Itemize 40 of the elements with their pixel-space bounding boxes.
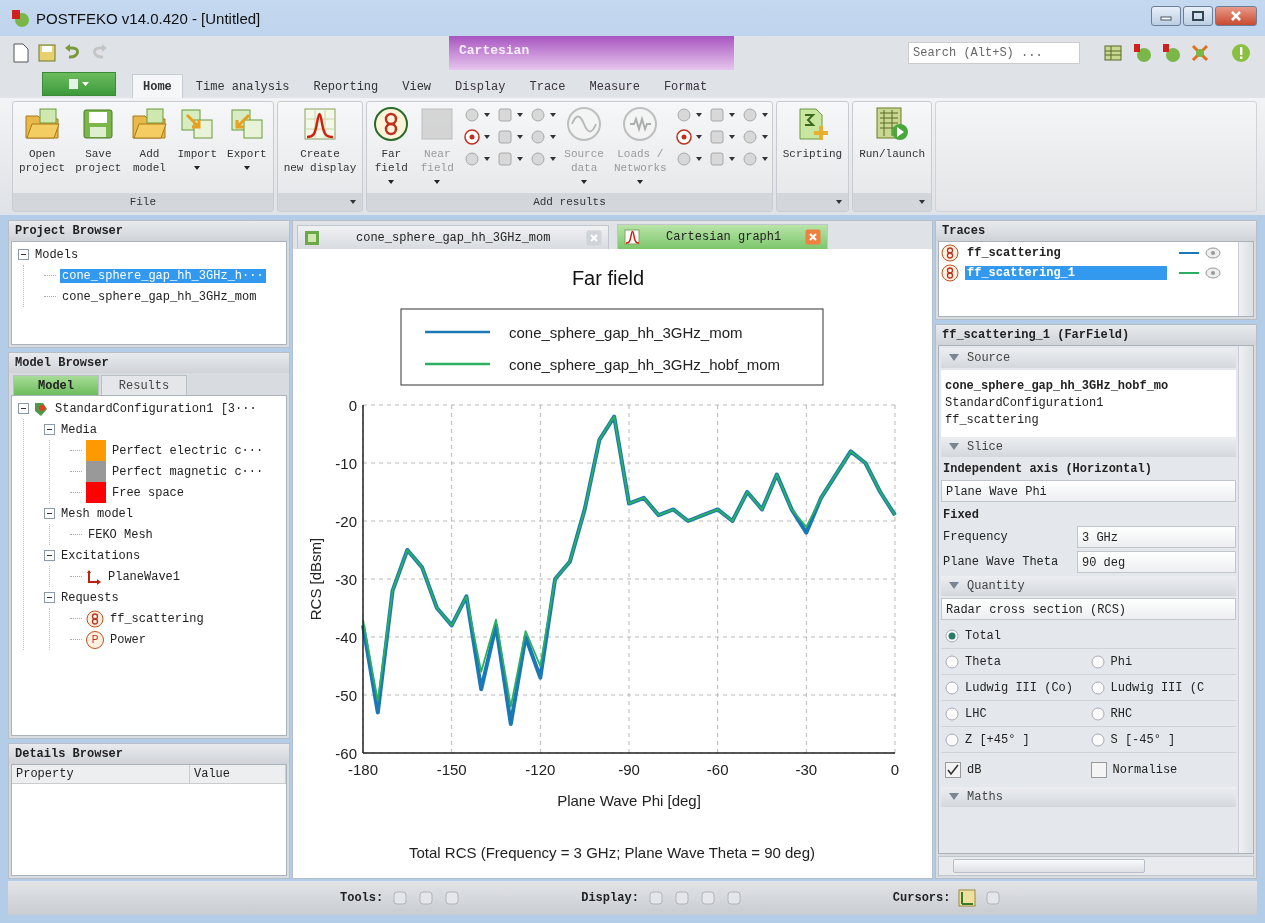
y-axis-title: RCS [dBsm] bbox=[307, 537, 324, 621]
x-tick-label: 0 bbox=[890, 761, 900, 778]
contextual-tab-header: Cartesian bbox=[449, 36, 734, 70]
y-tick-label: -40 bbox=[335, 629, 357, 646]
legend-label: cone_sphere_gap_hh_3GHz_mom bbox=[509, 324, 743, 341]
request-badge: P bbox=[86, 630, 104, 649]
panel-title: Traces bbox=[936, 221, 1256, 241]
x-tick-label: -180 bbox=[348, 761, 378, 778]
group-label: Add results bbox=[533, 196, 606, 208]
panel-title: Model Browser bbox=[9, 353, 289, 373]
legend-label: cone_sphere_gap_hh_3GHz_hobf_mom bbox=[509, 356, 781, 373]
y-tick-label: -20 bbox=[335, 513, 357, 530]
y-tick-label: -30 bbox=[335, 571, 357, 588]
toolbar-label: Display: bbox=[581, 891, 639, 905]
field-label: Fixed bbox=[942, 507, 980, 524]
x-tick-label: -150 bbox=[436, 761, 467, 778]
panel-title: Details Browser bbox=[9, 744, 289, 764]
x-axis-title: Plane Wave Phi [deg] bbox=[557, 792, 701, 809]
window-title: POSTFEKO v14.0.420 - [Untitled] bbox=[36, 9, 261, 27]
group-label: File bbox=[129, 196, 157, 208]
x-tick-label: -120 bbox=[525, 761, 556, 778]
toolbar-label: Cursors: bbox=[892, 891, 951, 905]
source-text: cone_sphere_gap_hh_3GHz_hobf_mo bbox=[945, 378, 1170, 395]
chart-caption: Total RCS (Frequency = 3 GHz; Plane Wave Theta = 90 deg) bbox=[409, 844, 815, 861]
y-tick-label: 0 bbox=[348, 397, 357, 414]
chart-title: Far field bbox=[571, 267, 645, 289]
panel-title: ff_scattering_1 (FarField) bbox=[936, 325, 1256, 345]
field-label: Plane Wave Theta bbox=[942, 555, 1060, 569]
source-text: ff_scattering bbox=[945, 412, 1040, 429]
panel-title: Project Browser bbox=[9, 221, 289, 241]
x-tick-label: -60 bbox=[706, 761, 729, 778]
y-tick-label: -10 bbox=[335, 455, 357, 472]
field-label: Independent axis (Horizontal) bbox=[942, 461, 1153, 478]
source-text: StandardConfiguration1 bbox=[945, 395, 1105, 412]
y-tick-label: -50 bbox=[335, 687, 357, 704]
x-tick-label: -90 bbox=[618, 761, 640, 778]
toolbar-label: Tools: bbox=[340, 891, 384, 905]
field-label: Frequency bbox=[942, 530, 1009, 544]
x-tick-label: -30 bbox=[795, 761, 818, 778]
y-tick-label: -60 bbox=[335, 745, 357, 762]
